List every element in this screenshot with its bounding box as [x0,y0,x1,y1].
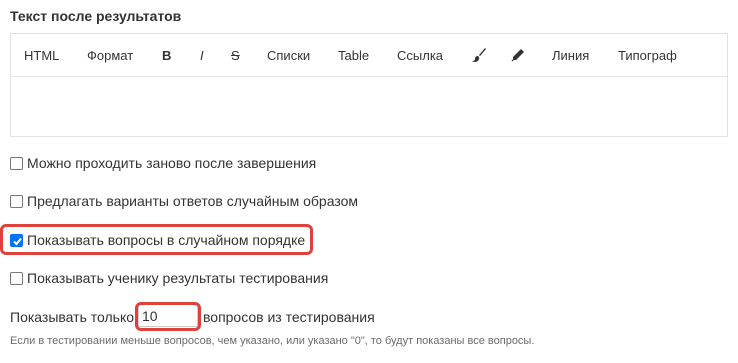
section-title: Текст после результатов [10,8,182,24]
checkbox[interactable] [10,271,23,285]
editor-toolbar: HTML Формат B I S Списки Table Ссылка Ли… [11,34,727,77]
option-show-results[interactable]: Показывать ученику результаты тестирован… [10,270,328,286]
toolbar-typograph-button[interactable]: Типограф [618,34,677,77]
option-random-questions[interactable]: Показывать вопросы в случайном порядке [10,232,305,248]
toolbar-link-button[interactable]: Ссылка [397,34,443,77]
toolbar-strike-button[interactable]: S [231,34,240,77]
limit-prefix: Показывать только [10,309,135,325]
toolbar-italic-button[interactable]: I [200,34,204,77]
toolbar-html-button[interactable]: HTML [24,34,59,77]
option-label: Предлагать варианты ответов случайным об… [27,193,359,209]
checkbox[interactable] [10,156,23,170]
brush-icon[interactable] [471,47,487,63]
rich-text-editor[interactable]: HTML Формат B I S Списки Table Ссылка Ли… [10,33,728,137]
toolbar-bold-button[interactable]: B [162,34,171,77]
pen-icon[interactable] [510,47,526,63]
option-retake[interactable]: Можно проходить заново после завершения [10,155,316,171]
checkbox[interactable] [10,194,23,208]
highlight-frame [135,302,201,331]
toolbar-line-button[interactable]: Линия [552,34,589,77]
hint-text: Если в тестировании меньше вопросов, чем… [10,335,535,347]
limit-suffix: вопросов из тестирования [203,309,375,325]
toolbar-lists-button[interactable]: Списки [267,34,310,77]
option-label: Можно проходить заново после завершения [27,155,317,171]
option-label: Показывать вопросы в случайном порядке [27,232,306,248]
option-label: Показывать ученику результаты тестирован… [27,270,329,286]
toolbar-table-button[interactable]: Table [338,34,369,77]
checkbox-checked[interactable] [10,233,23,247]
editor-body[interactable] [11,77,727,136]
option-random-answers[interactable]: Предлагать варианты ответов случайным об… [10,193,358,209]
toolbar-format-button[interactable]: Формат [87,34,133,77]
